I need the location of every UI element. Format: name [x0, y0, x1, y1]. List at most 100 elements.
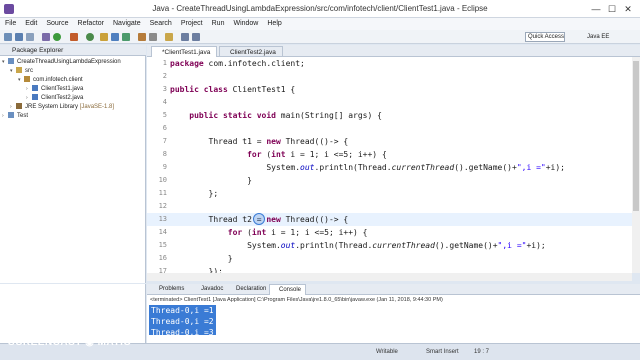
window-titlebar: Java - CreateThreadUsingLambdaExpression…: [0, 0, 640, 18]
maximize-button[interactable]: ☐: [606, 3, 618, 15]
line-number: 4: [162, 98, 167, 106]
console-line: Thread-0,i =1: [149, 305, 216, 316]
scrollbar-thumb[interactable]: [633, 61, 639, 211]
status-writable: Writable: [376, 349, 398, 355]
source-folder-icon: [16, 67, 22, 74]
debug-icon[interactable]: [42, 33, 50, 41]
tree-label: ClientTest2.java: [41, 95, 84, 101]
code-line: 9 System.out.println(Thread.currentThrea…: [147, 161, 632, 174]
window-title: Java - CreateThreadUsingLambdaExpression…: [152, 4, 488, 13]
tree-item-src[interactable]: ▾ src: [10, 67, 33, 76]
line-number: 12: [158, 202, 167, 210]
new-class-icon[interactable]: [122, 33, 130, 41]
line-number: 14: [158, 228, 167, 236]
menu-edit[interactable]: Edit: [25, 18, 37, 30]
code-line: 14 for (int i = 1; i <=5; i++) {: [147, 226, 632, 239]
status-insert-mode: Smart Insert: [426, 349, 459, 355]
perspective-java-ee[interactable]: Java EE: [587, 31, 609, 43]
line-number: 7: [162, 137, 167, 145]
line-number: 15: [158, 241, 167, 249]
package-explorer-title: Package Explorer: [12, 47, 64, 54]
tree-item-clienttest2[interactable]: › ClientTest2.java: [26, 94, 83, 103]
menu-file[interactable]: File: [5, 18, 16, 30]
close-button[interactable]: ✕: [622, 3, 634, 15]
code-text: public static void main(String[] args) {: [189, 111, 382, 120]
package-icon: [24, 76, 30, 83]
print-icon[interactable]: [26, 33, 34, 41]
menu-search[interactable]: Search: [150, 18, 172, 30]
line-number: 16: [158, 254, 167, 262]
code-line: 8 for (int i = 1; i <=5; i++) {: [147, 148, 632, 161]
search-icon[interactable]: [149, 33, 157, 41]
code-text: package com.infotech.client;: [170, 59, 305, 68]
menu-source[interactable]: Source: [46, 18, 68, 30]
line-number: 13: [158, 215, 167, 223]
tab-problems[interactable]: Problems: [150, 284, 184, 295]
tab-javadoc[interactable]: Javadoc: [192, 284, 223, 295]
tree-label: src: [25, 68, 33, 74]
menu-help[interactable]: Help: [267, 18, 281, 30]
tab-package-explorer[interactable]: Package Explorer: [0, 45, 146, 56]
forward-icon[interactable]: [192, 33, 200, 41]
editor-tab-bar: *ClientTest1.java ClientTest2.java: [147, 45, 640, 57]
new-java-project-icon[interactable]: [100, 33, 108, 41]
code-text: System.out.println(Thread.currentThread(…: [170, 163, 565, 172]
external-tools-icon[interactable]: [70, 33, 78, 41]
run-icon[interactable]: [53, 33, 61, 41]
line-number: 5: [162, 111, 167, 119]
code-line: 17 });: [147, 265, 632, 273]
minimize-button[interactable]: —: [590, 3, 602, 15]
menu-navigate[interactable]: Navigate: [113, 18, 141, 30]
code-text: for (int i = 1; i <=5; i++) {: [227, 228, 368, 237]
annotation-icon[interactable]: [165, 33, 173, 41]
run-button-icon[interactable]: [86, 33, 94, 41]
tree-item-test[interactable]: › Test: [2, 112, 28, 121]
back-icon[interactable]: [181, 33, 189, 41]
tree-item-package[interactable]: ▾ com.infotech.client: [18, 76, 83, 85]
new-icon[interactable]: [4, 33, 12, 41]
code-text: public class ClientTest1 {: [170, 85, 296, 94]
code-line: 4: [147, 96, 632, 109]
line-number: 2: [162, 72, 167, 80]
line-number: 11: [158, 189, 167, 197]
screencast-watermark: SCREENCAST ◉ MATIC: [8, 337, 132, 348]
code-text: });: [170, 267, 223, 273]
editor-horizontal-scrollbar[interactable]: [147, 273, 632, 281]
code-text: };: [170, 189, 219, 198]
quick-access-input[interactable]: Quick Access: [525, 32, 565, 42]
tab-clienttest1[interactable]: *ClientTest1.java: [151, 46, 218, 57]
package-explorer: Package Explorer ▾ CreateThreadUsingLambd…: [0, 45, 146, 283]
console-output[interactable]: Thread-0,i =1 Thread-0,i =2 Thread-0,i =…: [147, 305, 640, 343]
open-type-icon[interactable]: [138, 33, 146, 41]
tree-label: JRE System Library: [25, 104, 79, 110]
library-icon: [16, 103, 22, 110]
code-line: 10 }: [147, 174, 632, 187]
menu-window[interactable]: Window: [233, 18, 258, 30]
tree-label: ClientTest1.java: [41, 86, 84, 92]
new-package-icon[interactable]: [111, 33, 119, 41]
tab-console[interactable]: Console: [269, 284, 307, 295]
menu-project[interactable]: Project: [181, 18, 203, 30]
tree-suffix: [JavaSE-1.8]: [79, 104, 115, 110]
tree-item-project[interactable]: ▾ CreateThreadUsingLambdaExpression: [2, 58, 121, 67]
tree-item-jre[interactable]: › JRE System Library [JavaSE-1.8]: [10, 103, 114, 112]
code-editor[interactable]: 1 package com.infotech.client; 2 3 public …: [147, 57, 632, 273]
tree-item-clienttest1[interactable]: › ClientTest1.java: [26, 85, 83, 94]
code-text: }: [170, 254, 233, 263]
code-line: 11 };: [147, 187, 632, 200]
java-file-icon: [32, 85, 38, 92]
code-text: }: [170, 176, 252, 185]
code-line: 16 }: [147, 252, 632, 265]
line-number: 8: [162, 150, 167, 158]
line-number: 1: [162, 59, 167, 67]
menu-refactor[interactable]: Refactor: [78, 18, 104, 30]
code-line: 15 System.out.println(Thread.currentThre…: [147, 239, 632, 252]
code-text: Thread t1 = new Thread(()-> {: [170, 137, 349, 146]
save-icon[interactable]: [15, 33, 23, 41]
tab-clienttest2[interactable]: ClientTest2.java: [219, 46, 283, 57]
project-icon: [8, 112, 14, 119]
code-line-current: 13 Thread t2 = new Thread(()-> {: [147, 213, 632, 226]
tab-declaration[interactable]: Declaration: [227, 284, 266, 295]
menu-run[interactable]: Run: [212, 18, 225, 30]
editor-vertical-scrollbar[interactable]: [632, 57, 640, 273]
